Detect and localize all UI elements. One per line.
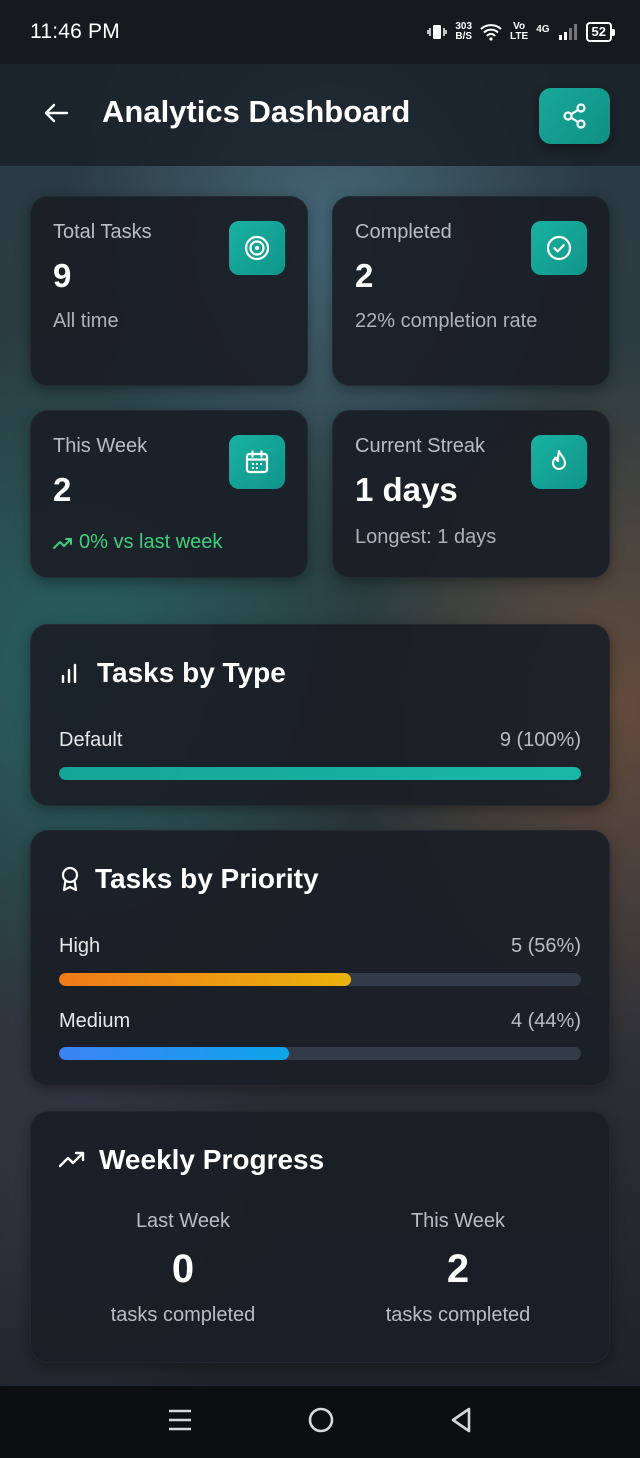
stat-label: This Week <box>53 435 148 457</box>
wifi-icon <box>480 24 502 41</box>
volte-indicator: Vo LTE <box>510 22 528 42</box>
bar-label: Medium <box>59 1010 131 1032</box>
stat-card-this-week: This Week 2 0% vs last week <box>30 410 308 578</box>
stat-sub: All time <box>53 310 119 332</box>
section-title-text: Weekly Progress <box>99 1144 325 1175</box>
trending-up-icon <box>53 537 72 549</box>
progress-track <box>59 1047 581 1060</box>
stat-card-current-streak: Current Streak 1 days Longest: 1 days <box>332 410 610 578</box>
status-time: 11:46 PM <box>30 20 120 43</box>
tasks-by-type-card: Tasks by Type Default 9 (100%) <box>30 624 610 806</box>
calendar-icon <box>229 435 285 489</box>
net-speed-unit: B/S <box>455 31 473 42</box>
recent-apps-button[interactable] <box>167 1408 193 1437</box>
stat-label: Total Tasks <box>53 221 152 243</box>
home-button[interactable] <box>307 1406 335 1439</box>
stat-sub: 22% completion rate <box>355 310 538 332</box>
signal-icon <box>558 24 577 40</box>
bar-chart-icon <box>61 663 77 684</box>
status-bar: 11:46 PM 303 B/S Vo LTE 4G 52 <box>0 0 640 64</box>
net-speed: 303 B/S <box>455 22 472 42</box>
page-title: Analytics Dashboard <box>102 94 411 129</box>
priority-row-medium: Medium 4 (44%) <box>59 1010 581 1066</box>
trending-up-icon <box>59 1151 85 1168</box>
award-icon <box>61 866 79 892</box>
section-title-text: Tasks by Type <box>97 657 286 688</box>
share-button[interactable] <box>539 88 610 144</box>
nav-back-button[interactable] <box>449 1406 473 1439</box>
weekly-progress-card: Weekly Progress Last Week 0 tasks comple… <box>30 1111 610 1363</box>
weekly-this-week: This Week 2 tasks completed <box>328 1210 588 1327</box>
progress-track <box>59 767 581 780</box>
progress-fill <box>59 973 352 986</box>
weekly-last-week: Last Week 0 tasks completed <box>53 1210 313 1327</box>
trend-text: 0% vs last week <box>79 531 223 553</box>
share-icon <box>562 103 586 129</box>
type-row-default: Default 9 (100%) <box>59 729 581 785</box>
volte-bottom: LTE <box>510 31 529 42</box>
progress-track <box>59 973 581 986</box>
back-button[interactable] <box>40 97 72 129</box>
vibrate-icon <box>427 25 448 39</box>
weekly-label: Last Week <box>135 1210 231 1232</box>
stat-value: 2 <box>53 471 72 508</box>
section-title: Tasks by Priority <box>59 863 319 895</box>
weekly-sub: tasks completed <box>385 1304 531 1326</box>
bar-value: 5 (56%) <box>510 935 581 957</box>
network-type: 4G <box>536 24 550 35</box>
weekly-sub: tasks completed <box>110 1304 256 1326</box>
app-screen: Analytics Dashboard Total Tasks 9 All ti… <box>0 64 640 1386</box>
stat-value: 9 <box>53 257 72 294</box>
progress-fill <box>59 767 581 780</box>
stat-value: 1 days <box>355 471 458 508</box>
arrow-left-icon <box>44 103 69 123</box>
flame-icon <box>531 435 587 489</box>
section-title-text: Tasks by Priority <box>95 863 319 894</box>
system-nav-bar <box>0 1386 640 1458</box>
battery-indicator: 52 <box>585 22 616 42</box>
app-header: Analytics Dashboard <box>0 64 640 166</box>
stat-value: 2 <box>355 257 374 294</box>
status-icons: 303 B/S Vo LTE 4G 52 <box>427 22 616 42</box>
stat-label: Completed <box>355 221 452 243</box>
tasks-by-priority-card: Tasks by Priority High 5 (56%) Medium 4 … <box>30 830 610 1086</box>
check-circle-icon <box>531 221 587 275</box>
priority-row-high: High 5 (56%) <box>59 935 581 991</box>
section-title: Weekly Progress <box>59 1144 324 1176</box>
triangle-back-icon <box>451 1407 471 1432</box>
circle-icon <box>308 1407 334 1432</box>
weekly-label: This Week <box>410 1210 506 1232</box>
menu-icon <box>169 1409 191 1430</box>
bar-value: 4 (44%) <box>510 1010 581 1032</box>
weekly-value: 0 <box>171 1247 195 1291</box>
stat-card-total-tasks: Total Tasks 9 All time <box>30 196 308 386</box>
progress-fill <box>59 1047 289 1060</box>
trend-indicator: 0% vs last week <box>53 531 222 554</box>
bar-value: 9 (100%) <box>499 729 581 751</box>
stat-card-completed: Completed 2 22% completion rate <box>332 196 610 386</box>
bar-label: Default <box>59 729 123 751</box>
bar-label: High <box>59 935 101 957</box>
stat-sub: Longest: 1 days <box>355 526 497 548</box>
section-title: Tasks by Type <box>59 657 286 689</box>
target-icon <box>229 221 285 275</box>
stat-label: Current Streak <box>355 435 486 457</box>
weekly-value: 2 <box>446 1247 470 1291</box>
